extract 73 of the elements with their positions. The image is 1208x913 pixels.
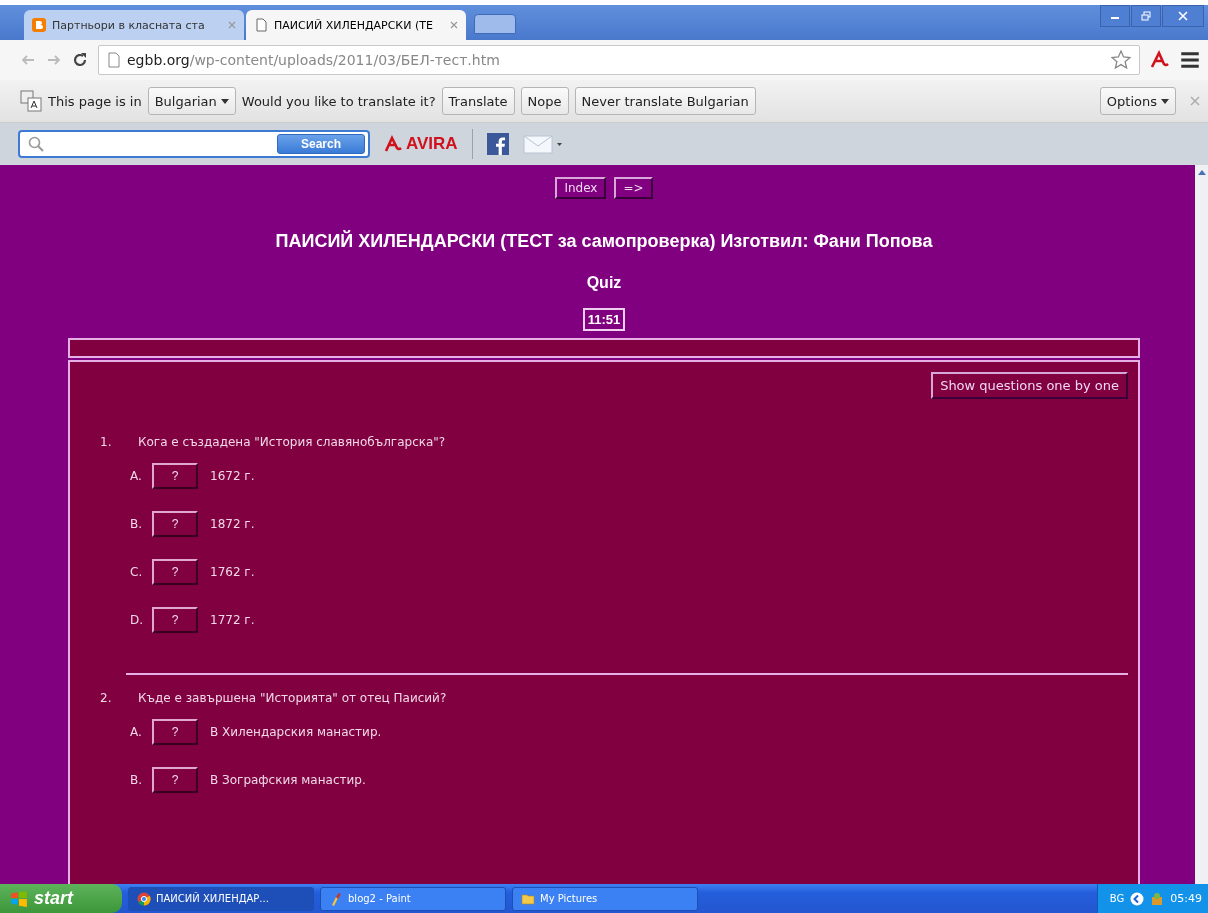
translate-question: Would you like to translate it?	[241, 93, 436, 109]
caret-icon	[1161, 98, 1169, 104]
close-button[interactable]	[1162, 5, 1204, 27]
timer: 11:51	[582, 308, 626, 331]
avira-logo[interactable]: AVIRA	[384, 134, 458, 154]
minimize-button[interactable]	[1100, 5, 1130, 27]
close-icon	[1178, 11, 1188, 21]
scroll-up-icon[interactable]	[1197, 169, 1206, 175]
close-icon[interactable]	[228, 21, 236, 29]
answer-button[interactable]: ?	[152, 511, 198, 537]
option-letter: A.	[130, 469, 143, 483]
option-text: 1872 г.	[210, 517, 255, 531]
scrollbar[interactable]	[1195, 165, 1208, 884]
option-text: В Зографския манастир.	[210, 773, 366, 787]
translate-icon	[20, 90, 42, 112]
nav-button[interactable]: Index	[555, 177, 607, 199]
taskbar-button[interactable]: blog2 - Paint	[320, 886, 506, 911]
tab-title: ПАИСИЙ ХИЛЕНДАРСКИ (ТЕ	[274, 18, 434, 32]
translate-bar-button[interactable]: Translate	[441, 87, 515, 115]
translate-bar-button[interactable]: Never translate Bulgarian	[574, 87, 756, 115]
caret-icon	[220, 98, 229, 104]
question-number: 2.	[100, 691, 113, 705]
language-dropdown[interactable]: Bulgarian	[147, 87, 236, 115]
close-icon[interactable]	[450, 21, 458, 29]
windows-logo-icon	[10, 889, 28, 908]
option-text: 1772 г.	[210, 613, 255, 627]
paint-icon	[329, 891, 343, 906]
option-letter: B.	[130, 773, 144, 787]
tab-title: Партньори в класната ста	[52, 18, 206, 32]
answer-button[interactable]: ?	[152, 719, 198, 745]
answer-button[interactable]: ?	[152, 607, 198, 633]
option-letter: C.	[130, 565, 144, 579]
clock: 05:49	[1170, 892, 1202, 905]
question-text: Кога е създадена "История славянобългарска"?	[138, 435, 446, 449]
close-icon[interactable]	[1190, 96, 1200, 106]
facebook-icon[interactable]	[486, 133, 509, 155]
page-icon	[107, 52, 121, 68]
option-letter: A.	[130, 725, 143, 739]
chevron-icon[interactable]	[1130, 891, 1145, 906]
avira-icon[interactable]	[1150, 50, 1170, 70]
search-icon	[28, 136, 44, 152]
browser-tab[interactable]: ПАИСИЙ ХИЛЕНДАРСКИ (ТЕ	[246, 10, 466, 40]
quiz-heading: Quiz	[586, 274, 622, 292]
menu-icon[interactable]	[1180, 50, 1200, 70]
question-text: Къде е завършена "Историята" от отец Паисий?	[138, 691, 447, 705]
show-one-by-one-button[interactable]: Show questions one by one	[931, 372, 1128, 399]
options-dropdown[interactable]: Options	[1099, 87, 1176, 115]
answer-button[interactable]: ?	[152, 463, 198, 489]
option-letter: B.	[130, 517, 144, 531]
option-text: 1762 г.	[210, 565, 255, 579]
restore-button[interactable]	[1131, 5, 1161, 27]
answer-button[interactable]: ?	[152, 767, 198, 793]
taskbar-button[interactable]: ПАИСИЙ ХИЛЕНДАР...	[128, 886, 314, 911]
chrome-icon	[137, 891, 151, 906]
page-title: ПАИСИЙ ХИЛЕНДАРСКИ (ТЕСТ за самопроверка) Изготвил: Фани Попова	[275, 231, 933, 252]
option-text: 1672 г.	[210, 469, 255, 483]
new-tab-button[interactable]	[474, 14, 516, 34]
answer-button[interactable]: ?	[152, 559, 198, 585]
restore-icon	[1141, 11, 1151, 21]
option-letter: D.	[130, 613, 145, 627]
nav-button[interactable]: =>	[614, 177, 653, 199]
reload-icon[interactable]	[72, 52, 88, 68]
option-text: В Хилендарския манастир.	[210, 725, 382, 739]
star-icon[interactable]	[1111, 50, 1131, 70]
translate-bar-button[interactable]: Nope	[520, 87, 569, 115]
page-icon	[254, 18, 268, 32]
question-number: 1.	[100, 435, 113, 449]
taskbar-button[interactable]: My Pictures	[512, 886, 698, 911]
folder-icon	[521, 891, 535, 906]
browser-tab[interactable]: Партньори в класната ста	[24, 10, 244, 40]
translate-prompt: This page is in	[48, 93, 142, 109]
blogger-icon	[32, 18, 46, 32]
address-bar[interactable]: egbb.org/wp-content/uploads/2011/03/БЕЛ-тест.htm	[98, 45, 1140, 75]
